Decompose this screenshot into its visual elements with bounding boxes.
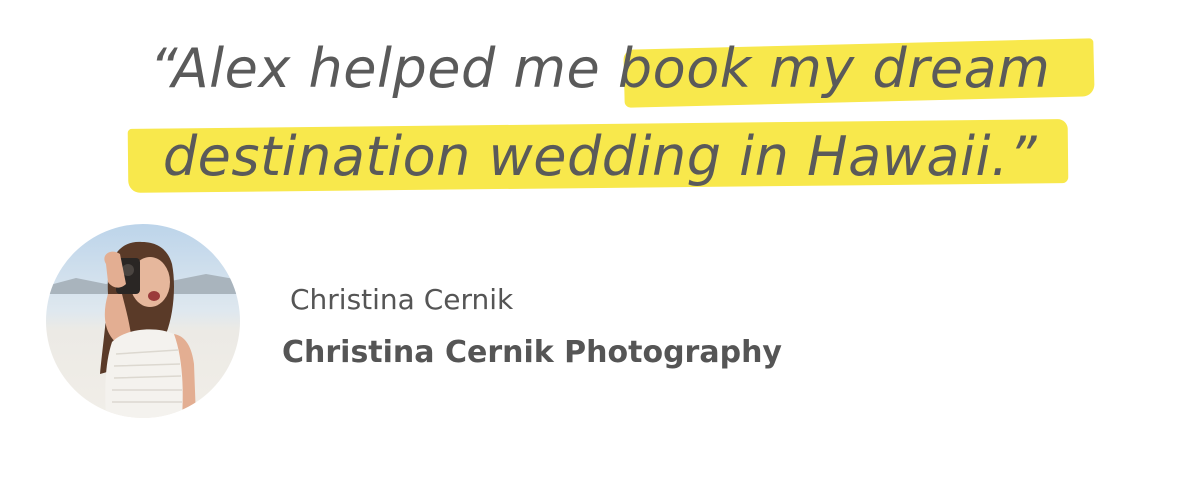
- author-avatar: [46, 224, 240, 418]
- quote-line-1-highlight: book my dream: [617, 37, 1051, 100]
- quote-line-2: destination wedding in Hawaii.”: [162, 125, 1038, 188]
- testimonial-card: “Alex helped me book my dream destinatio…: [0, 0, 1200, 480]
- quote-line-1-plain: “Alex helped me: [149, 37, 618, 100]
- quote-line-1: “Alex helped me book my dream: [0, 42, 1200, 96]
- author-company: Christina Cernik Photography: [282, 335, 782, 370]
- author-name: Christina Cernik: [290, 283, 514, 316]
- woman-with-camera-photo: [46, 224, 240, 418]
